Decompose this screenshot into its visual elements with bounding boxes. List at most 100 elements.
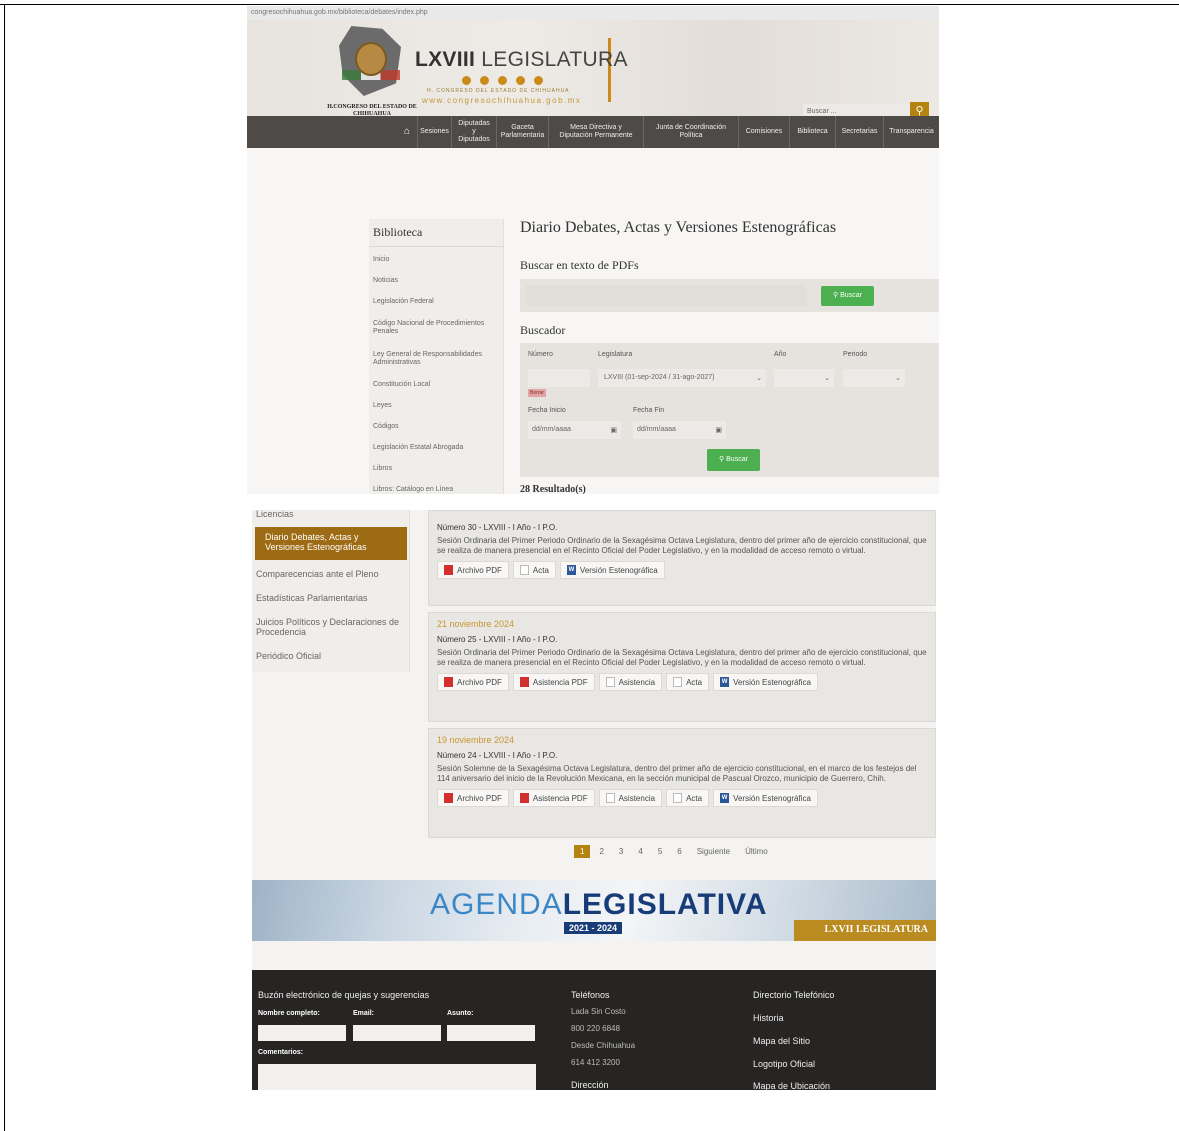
facebook-icon[interactable] xyxy=(462,76,471,85)
session-record: Número 30 - LXVIII - I Año - I P.O. Sesi… xyxy=(428,510,936,606)
logotipo-link[interactable]: Logotipo Oficial xyxy=(753,1059,815,1069)
direccion-title: Dirección xyxy=(571,1080,609,1090)
sidebar-item-licencias[interactable]: Licencias xyxy=(252,510,409,520)
nav-mesa-directiva[interactable]: Mesa Directiva y Diputación Permanente xyxy=(548,116,643,148)
acta-button[interactable]: Acta xyxy=(666,673,710,691)
email-input[interactable] xyxy=(353,1025,441,1041)
youtube-icon[interactable] xyxy=(516,76,525,85)
buzon-title: Buzón electrónico de quejas y sugerencia… xyxy=(258,990,430,1000)
borrar-button[interactable]: Borrar xyxy=(528,389,546,397)
comentarios-textarea[interactable] xyxy=(258,1064,536,1090)
buscador-search-button[interactable]: ⚲ Buscar xyxy=(707,449,760,471)
nav-comisiones[interactable]: Comisiones xyxy=(738,116,789,148)
acta-button[interactable]: Acta xyxy=(666,789,710,807)
search-icon: ⚲ xyxy=(833,292,839,299)
frame-border-top xyxy=(0,4,1179,5)
acta-button[interactable]: Acta xyxy=(512,561,556,579)
legislatura-select[interactable]: LXVIII (01-sep-2024 / 31-ago-2027) ⌄ xyxy=(598,369,766,387)
nav-junta-coordinacion[interactable]: Junta de Coordinación Política xyxy=(643,116,738,148)
nombre-input[interactable] xyxy=(258,1025,346,1041)
calendar-icon[interactable]: ▣ xyxy=(610,426,617,434)
page-6[interactable]: 6 xyxy=(671,845,687,858)
url-bar[interactable]: congresochihuahua.gob.mx/biblioteca/deba… xyxy=(247,6,939,20)
sidebar-item-ley-general[interactable]: Ley General de Responsabilidades Adminis… xyxy=(369,343,503,374)
legislatura-label: Legislatura xyxy=(598,351,633,358)
record-number: Número 30 - LXVIII - I Año - I P.O. xyxy=(437,523,558,532)
historia-link[interactable]: Historia xyxy=(753,1013,784,1023)
directorio-link[interactable]: Directorio Telefónico xyxy=(753,990,834,1000)
nav-diputados[interactable]: Diputadas y Diputados xyxy=(451,116,496,148)
page-1[interactable]: 1 xyxy=(574,845,591,858)
spreadsheet-icon xyxy=(605,677,615,687)
spreadsheet-icon xyxy=(605,793,615,803)
fecha-fin-input[interactable]: dd/mm/aaaa ▣ xyxy=(633,421,726,439)
sidebar-item-inicio[interactable]: Inicio xyxy=(369,249,503,270)
archivo-pdf-button[interactable]: Archivo PDF xyxy=(437,789,509,807)
fecha-inicio-input[interactable]: dd/mm/aaaa ▣ xyxy=(528,421,621,439)
sidebar-item-noticias[interactable]: Noticias xyxy=(369,270,503,291)
sidebar-item-legislacion-federal[interactable]: Legislación Federal xyxy=(369,291,503,312)
sidebar-item-leyes[interactable]: Leyes xyxy=(369,395,503,416)
word-icon: W xyxy=(720,793,730,803)
archivo-pdf-button[interactable]: Archivo PDF xyxy=(437,673,509,691)
anio-select[interactable]: ⌄ xyxy=(774,369,834,387)
pdf-search-heading: Buscar en texto de PDFs xyxy=(520,258,639,272)
asistencia-button[interactable]: Asistencia xyxy=(598,789,663,807)
word-icon: W xyxy=(566,565,576,575)
page-4[interactable]: 4 xyxy=(632,845,648,858)
chevron-down-icon: ⌄ xyxy=(824,375,830,382)
pdf-search-input[interactable] xyxy=(526,285,806,306)
asunto-input[interactable] xyxy=(447,1025,535,1041)
lada-text: Lada Sin Costo xyxy=(571,1007,626,1016)
pdf-search-button[interactable]: ⚲ Buscar xyxy=(821,286,874,306)
archivo-pdf-button[interactable]: Archivo PDF xyxy=(437,561,509,579)
periodo-select[interactable]: ⌄ xyxy=(843,369,905,387)
numero-input[interactable] xyxy=(528,369,590,387)
sidebar-item-libros[interactable]: Libros xyxy=(369,458,503,479)
version-estenografica-button[interactable]: W Versión Estenográfica xyxy=(713,673,818,691)
sidebar-item-diario-debates-active[interactable]: Diario Debates, Actas y Versiones Esteno… xyxy=(255,527,407,560)
record-date: 21 noviembre 2024 xyxy=(437,619,515,629)
sidebar-item-juicios-politicos[interactable]: Juicios Políticos y Declaraciones de Pro… xyxy=(252,610,409,644)
sidebar-item-periodico-oficial[interactable]: Periódico Oficial xyxy=(252,644,409,668)
record-buttons: Archivo PDF Asistencia PDF Asistencia Ac… xyxy=(429,784,935,815)
nav-biblioteca[interactable]: Biblioteca xyxy=(789,116,835,148)
page-5[interactable]: 5 xyxy=(652,845,668,858)
version-estenografica-button[interactable]: W Versión Estenográfica xyxy=(559,561,665,579)
numero-label: Número xyxy=(528,351,553,358)
mapa-sitio-link[interactable]: Mapa del Sitio xyxy=(753,1036,810,1046)
sidebar-item-estadisticas[interactable]: Estadísticas Parlamentarias xyxy=(252,586,409,610)
twitter-icon[interactable] xyxy=(498,76,507,85)
nav-sesiones[interactable]: Sesiones xyxy=(417,116,451,148)
sidebar-item-codigo-nacional[interactable]: Código Nacional de Procedimientos Penale… xyxy=(369,312,503,343)
sidebar-item-catalogo[interactable]: Libros: Catálogo en Línea xyxy=(369,479,503,494)
asistencia-pdf-button[interactable]: Asistencia PDF xyxy=(512,673,595,691)
flickr-icon[interactable] xyxy=(534,76,543,85)
last-page-link[interactable]: Último xyxy=(739,845,774,858)
asistencia-pdf-button[interactable]: Asistencia PDF xyxy=(512,789,595,807)
nav-gaceta[interactable]: Gaceta Parlamentaria xyxy=(496,116,548,148)
sidebar-item-abrogada[interactable]: Legislación Estatal Abrogada xyxy=(369,437,503,458)
banner-legislatura: LXVII LEGISLATURA xyxy=(794,920,936,941)
nav-secretarias[interactable]: Secretarías xyxy=(835,116,883,148)
sidebar-item-constitucion[interactable]: Constitución Local xyxy=(369,374,503,395)
buscador-heading: Buscador xyxy=(520,323,566,337)
agenda-legislativa-banner[interactable]: AGENDALEGISLATIVA 2021 - 2024 LXVII LEGI… xyxy=(252,880,936,941)
next-page-link[interactable]: Siguiente xyxy=(691,845,736,858)
nav-transparencia[interactable]: Transparencia xyxy=(883,116,939,148)
page-3[interactable]: 3 xyxy=(613,845,629,858)
record-number: Número 25 - LXVIII - I Año - I P.O. xyxy=(437,635,558,644)
instagram-icon[interactable] xyxy=(480,76,489,85)
sidebar-item-comparecencias[interactable]: Comparecencias ante el Pleno xyxy=(252,562,409,586)
record-description: Sesión Solemne de la Sexagésima Octava L… xyxy=(437,764,917,783)
version-estenografica-button[interactable]: W Versión Estenográfica xyxy=(713,789,818,807)
pdf-search-bar: ⚲ Buscar xyxy=(520,279,939,312)
calendar-icon[interactable]: ▣ xyxy=(715,426,722,434)
page-2[interactable]: 2 xyxy=(593,845,609,858)
mapa-ubicacion-link[interactable]: Mapa de Ubicación xyxy=(753,1081,830,1090)
home-icon[interactable]: ⌂ xyxy=(397,116,417,148)
asistencia-button[interactable]: Asistencia xyxy=(598,673,663,691)
frame-border-left xyxy=(4,4,5,1131)
sidebar-item-codigos[interactable]: Códigos xyxy=(369,416,503,437)
pdf-icon xyxy=(444,677,453,687)
